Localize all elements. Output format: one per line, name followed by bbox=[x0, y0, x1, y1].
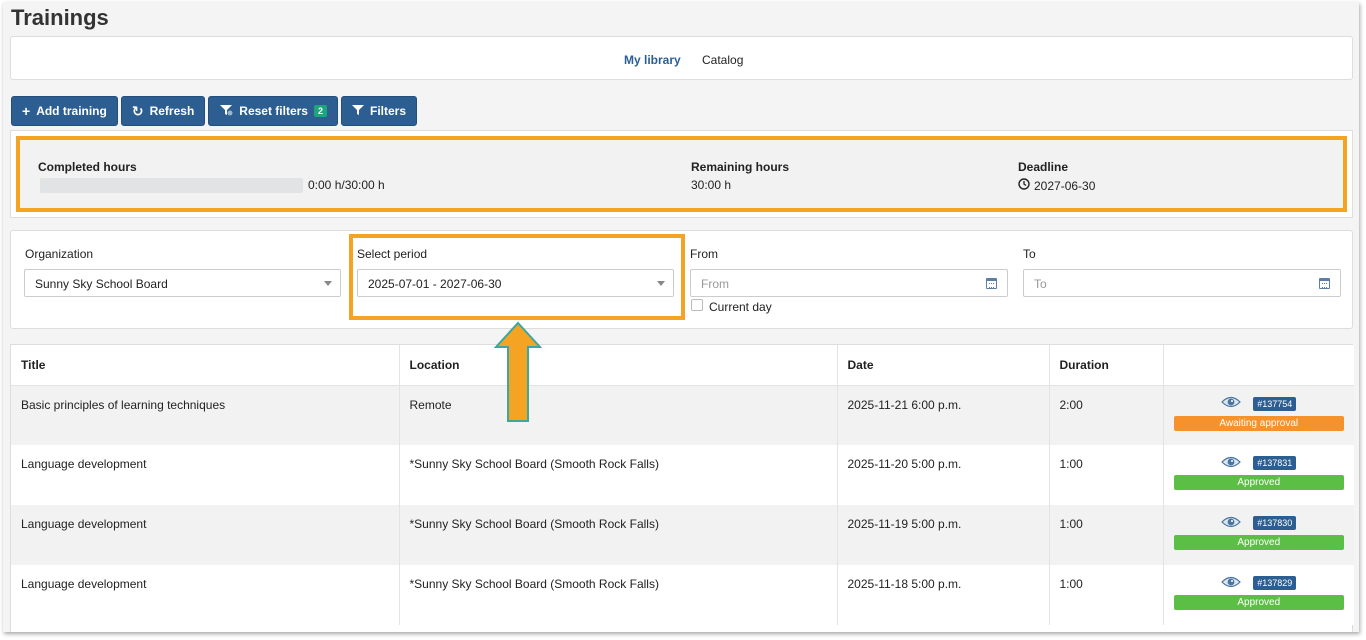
tab-catalog[interactable]: Catalog bbox=[702, 53, 743, 67]
deadline-value-group: 2027-06-30 bbox=[1018, 178, 1095, 193]
cell-title: Basic principles of learning techniques bbox=[11, 385, 400, 445]
from-label: From bbox=[690, 247, 718, 261]
clock-icon bbox=[1018, 178, 1030, 193]
cell-location: Remote bbox=[399, 385, 838, 445]
completed-hours-value: 0:00 h/30:00 h bbox=[308, 178, 385, 192]
status-badge: Approved bbox=[1173, 475, 1344, 490]
page-title: Trainings bbox=[11, 5, 109, 30]
to-date-input[interactable]: To bbox=[1023, 269, 1341, 297]
calendar-icon[interactable] bbox=[986, 278, 997, 289]
from-date-input[interactable]: From bbox=[690, 269, 1008, 297]
column-header-duration[interactable]: Duration bbox=[1049, 345, 1164, 386]
filters-label: Filters bbox=[370, 104, 407, 118]
status-badge: Awaiting approval bbox=[1173, 415, 1344, 431]
add-training-label: Add training bbox=[36, 104, 107, 118]
reset-filters-button[interactable]: Reset filters 2 bbox=[208, 96, 338, 126]
filter-icon bbox=[352, 104, 364, 119]
from-placeholder: From bbox=[701, 277, 729, 291]
current-day-label: Current day bbox=[709, 300, 772, 314]
eye-icon[interactable] bbox=[1221, 455, 1242, 472]
summary-highlight: Completed hours 0:00 h/30:00 h Remaining… bbox=[16, 136, 1347, 212]
period-highlight bbox=[349, 234, 685, 320]
completed-hours-label: Completed hours bbox=[38, 160, 137, 174]
add-training-button[interactable]: + Add training bbox=[11, 96, 118, 126]
column-header-actions bbox=[1163, 345, 1354, 386]
trainings-table: Title Location Date Duration Basic princ… bbox=[10, 344, 1354, 632]
training-id-badge[interactable]: #137831 bbox=[1253, 456, 1297, 470]
refresh-icon: ↻ bbox=[131, 103, 144, 119]
cell-location: *Sunny Sky School Board (Smooth Rock Fal… bbox=[399, 445, 838, 505]
training-id-badge[interactable]: #137754 bbox=[1253, 396, 1297, 411]
filters-button[interactable]: Filters bbox=[341, 96, 418, 126]
remaining-hours-label: Remaining hours bbox=[691, 160, 790, 174]
eye-icon[interactable] bbox=[1221, 395, 1242, 412]
table-row[interactable]: Language development *Sunny Sky School B… bbox=[11, 445, 1354, 505]
cell-date: 2025-11-21 6:00 p.m. bbox=[837, 385, 1050, 445]
cell-date: 2025-11-19 5:00 p.m. bbox=[837, 505, 1050, 565]
cell-date: 2025-11-18 5:00 p.m. bbox=[837, 565, 1050, 625]
column-header-location[interactable]: Location bbox=[399, 345, 838, 386]
organization-label: Organization bbox=[25, 247, 94, 261]
to-label: To bbox=[1023, 247, 1036, 261]
to-placeholder: To bbox=[1034, 277, 1047, 291]
reset-filters-count: 2 bbox=[313, 105, 327, 117]
training-id-badge[interactable]: #137829 bbox=[1253, 576, 1297, 590]
cell-duration: 1:00 bbox=[1049, 445, 1164, 505]
deadline-value: 2027-06-30 bbox=[1034, 178, 1096, 193]
column-header-date[interactable]: Date bbox=[837, 345, 1050, 386]
cell-location: *Sunny Sky School Board (Smooth Rock Fal… bbox=[399, 565, 838, 625]
deadline-label: Deadline bbox=[1018, 160, 1069, 174]
organization-value: Sunny Sky School Board bbox=[35, 277, 168, 291]
refresh-button[interactable]: ↻ Refresh bbox=[120, 96, 206, 126]
cell-actions: #137830 Approved bbox=[1163, 505, 1354, 565]
reset-filters-label: Reset filters bbox=[239, 104, 308, 118]
current-day-checkbox[interactable] bbox=[691, 299, 703, 311]
training-id-badge[interactable]: #137830 bbox=[1253, 516, 1297, 530]
cell-actions: #137829 Approved bbox=[1163, 565, 1354, 625]
table-header-row: Title Location Date Duration bbox=[11, 345, 1354, 386]
table-row[interactable]: Language development *Sunny Sky School B… bbox=[11, 505, 1354, 565]
cell-duration: 1:00 bbox=[1049, 565, 1164, 625]
chevron-down-icon bbox=[324, 281, 332, 286]
status-badge: Approved bbox=[1173, 535, 1344, 550]
organization-select[interactable]: Sunny Sky School Board bbox=[24, 269, 341, 297]
tabs-bar: My library Catalog bbox=[10, 36, 1353, 80]
cell-title: Language development bbox=[11, 565, 400, 625]
annotation-arrow-up-icon bbox=[493, 321, 543, 422]
app-frame: Trainings My library Catalog + Add train… bbox=[3, 2, 1359, 632]
eye-icon[interactable] bbox=[1221, 515, 1242, 532]
plus-icon: + bbox=[22, 103, 31, 119]
cell-location: *Sunny Sky School Board (Smooth Rock Fal… bbox=[399, 505, 838, 565]
table-row[interactable]: Basic principles of learning techniques … bbox=[11, 385, 1354, 445]
completed-hours-progress bbox=[40, 178, 303, 193]
cell-title: Language development bbox=[11, 445, 400, 505]
remaining-hours-value: 30:00 h bbox=[691, 178, 732, 192]
cell-duration: 1:00 bbox=[1049, 505, 1164, 565]
calendar-icon[interactable] bbox=[1319, 278, 1330, 289]
table-row[interactable]: Language development *Sunny Sky School B… bbox=[11, 565, 1354, 625]
cell-duration: 2:00 bbox=[1049, 385, 1164, 445]
reset-filter-icon bbox=[219, 104, 233, 119]
toolbar: + Add training ↻ Refresh Reset filters 2… bbox=[11, 96, 418, 126]
cell-actions: #137831 Approved bbox=[1163, 445, 1354, 505]
cell-title: Language development bbox=[11, 505, 400, 565]
tab-my-library[interactable]: My library bbox=[624, 53, 681, 67]
refresh-label: Refresh bbox=[149, 104, 195, 118]
cell-actions: #137754 Awaiting approval bbox=[1163, 385, 1354, 445]
eye-icon[interactable] bbox=[1221, 575, 1242, 592]
cell-date: 2025-11-20 5:00 p.m. bbox=[837, 445, 1050, 505]
column-header-title[interactable]: Title bbox=[11, 345, 400, 386]
status-badge: Approved bbox=[1173, 595, 1344, 610]
